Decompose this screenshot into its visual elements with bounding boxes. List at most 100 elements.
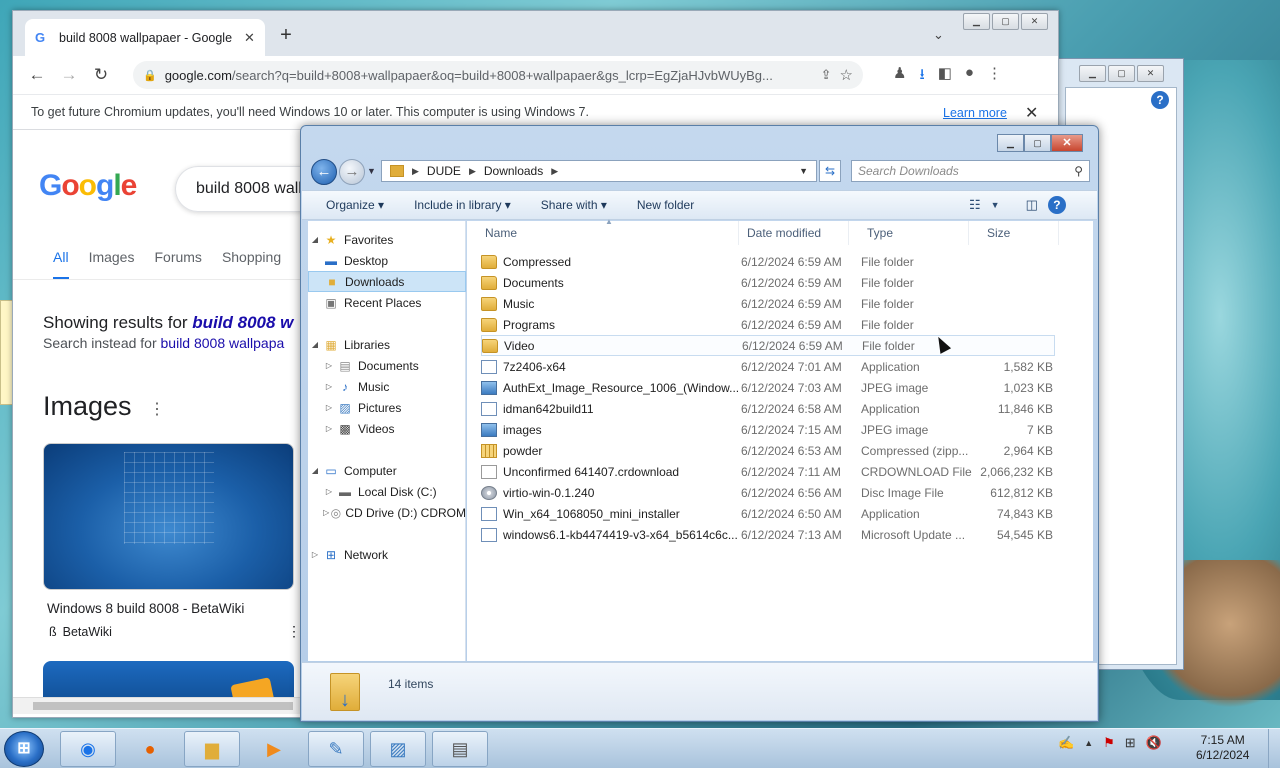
file-row[interactable]: idman642build11 6/12/2024 6:58 AM Applicat… (481, 398, 1055, 419)
breadcrumb-chevron-icon[interactable]: ▶ (412, 166, 419, 177)
new-tab-button[interactable]: + (275, 25, 297, 47)
paint-taskbar-icon[interactable]: ✎ (308, 731, 364, 767)
file-row[interactable]: images 6/12/2024 7:15 AM JPEG image 7 KB (481, 419, 1055, 440)
nav-recent-places[interactable]: ▣ Recent Places (308, 292, 466, 313)
download-icon[interactable]: ⭳ (919, 64, 924, 89)
forward-arrow-icon[interactable]: → (57, 63, 81, 87)
back-arrow-icon[interactable]: ← (311, 159, 337, 185)
maximize-button[interactable]: ▢ (1024, 134, 1051, 152)
tab-forums[interactable]: Forums (154, 249, 201, 280)
menu-kebab-icon[interactable]: ⋮ (987, 64, 1002, 89)
close-button[interactable]: ✕ (1051, 134, 1083, 152)
volume-muted-icon[interactable]: 🔇 (1146, 735, 1162, 751)
file-row[interactable]: AuthExt_Image_Resource_1006_(Window... 6/… (481, 377, 1055, 398)
collapse-arrow-icon[interactable]: ▷ (322, 487, 336, 496)
file-row[interactable]: virtio-win-0.1.240 6/12/2024 6:56 AM Disc … (481, 482, 1055, 503)
breadcrumb-chevron-icon[interactable]: ▶ (551, 166, 558, 177)
image-result-caption[interactable]: Windows 8 build 8008 - BetaWiki (47, 601, 244, 616)
corrected-query-link[interactable]: build 8008 w (192, 313, 293, 332)
tab-all[interactable]: All (53, 249, 69, 280)
collapse-arrow-icon[interactable]: ▷ (308, 550, 322, 559)
help-icon[interactable]: ? (1151, 91, 1169, 109)
change-view-icon[interactable]: ☷ (969, 197, 981, 213)
browser-tab[interactable]: G build 8008 wallpapaer - Google S ✕ (25, 19, 265, 56)
nav-documents[interactable]: ▷ ▤ Documents (308, 355, 466, 376)
preview-pane-icon[interactable]: ◫ (1026, 197, 1038, 213)
images-menu-icon[interactable]: ⋮ (149, 399, 165, 419)
chrome-taskbar-icon[interactable]: ◉ (60, 731, 116, 767)
breadcrumb-dude[interactable]: DUDE (427, 164, 461, 178)
maximize-button[interactable]: ▢ (1108, 65, 1135, 82)
nav-videos[interactable]: ▷ ▩ Videos (308, 418, 466, 439)
original-query-link[interactable]: build 8008 wallpapa (161, 335, 285, 351)
pen-tablet-icon[interactable]: ✍ (1058, 735, 1074, 751)
share-with-button[interactable]: Share with ▾ (541, 198, 607, 212)
file-row[interactable]: Win_x64_1068050_mini_installer 6/12/2024 … (481, 503, 1055, 524)
nav-pictures[interactable]: ▷ ▨ Pictures (308, 397, 466, 418)
action-center-icon[interactable]: ⚑ (1103, 735, 1115, 751)
file-row[interactable]: Unconfirmed 641407.crdownload 6/12/2024 7… (481, 461, 1055, 482)
source-label[interactable]: BetaWiki (63, 625, 112, 639)
file-row[interactable]: 7z2406-x64 6/12/2024 7:01 AM Application 1,… (481, 356, 1055, 377)
close-button[interactable]: ✕ (1021, 13, 1048, 30)
nav-network[interactable]: ▷ ⊞ Network (308, 544, 466, 565)
expand-arrow-icon[interactable]: ◢ (308, 235, 322, 244)
breadcrumb-downloads[interactable]: Downloads (484, 164, 543, 178)
tab-close-icon[interactable]: ✕ (244, 30, 255, 46)
minimize-button[interactable]: ▁ (963, 13, 990, 30)
expand-arrow-icon[interactable]: ◢ (308, 340, 322, 349)
search-icon[interactable]: ⚲ (1074, 164, 1083, 178)
google-logo[interactable]: Google (39, 169, 137, 203)
image-result-thumbnail[interactable] (43, 443, 294, 590)
notepad-taskbar-icon[interactable]: ▤ (432, 731, 488, 767)
maximize-button[interactable]: ▢ (992, 13, 1019, 30)
photo-viewer-taskbar-icon[interactable]: ▨ (370, 731, 426, 767)
address-dropdown-icon[interactable]: ▼ (799, 166, 808, 176)
extensions-icon[interactable]: ♟ (893, 64, 906, 89)
expand-arrow-icon[interactable]: ◢ (308, 466, 322, 475)
column-date-modified[interactable]: Date modified (729, 221, 849, 245)
nav-libraries[interactable]: ◢ ▦ Libraries (308, 334, 466, 355)
include-in-library-button[interactable]: Include in library ▾ (414, 198, 511, 212)
collapse-arrow-icon[interactable]: ▷ (322, 382, 336, 391)
column-size[interactable]: Size (969, 221, 1059, 245)
file-row[interactable]: Compressed 6/12/2024 6:59 AM File folder (481, 251, 1055, 272)
nav-music[interactable]: ▷ ♪ Music (308, 376, 466, 397)
collapse-arrow-icon[interactable]: ▷ (322, 424, 336, 433)
organize-button[interactable]: Organize ▾ (326, 198, 384, 212)
recent-pages-chevron-icon[interactable]: ▼ (367, 166, 376, 176)
lock-icon[interactable]: 🔒 (143, 69, 157, 82)
search-input[interactable]: build 8008 wall (175, 166, 315, 212)
collapse-arrow-icon[interactable]: ▷ (322, 403, 336, 412)
new-folder-button[interactable]: New folder (637, 198, 694, 212)
minimize-button[interactable]: ▁ (997, 134, 1024, 152)
address-bar[interactable]: ▶ DUDE ▶ Downloads ▶ ▼ (381, 160, 817, 182)
nav-computer[interactable]: ◢ ▭ Computer (308, 460, 466, 481)
file-row[interactable]: windows6.1-kb4474419-v3-x64_b5614c6c... 6… (481, 524, 1055, 545)
show-desktop-button[interactable] (1268, 729, 1280, 768)
forward-arrow-icon[interactable]: → (339, 159, 365, 185)
profile-avatar-icon[interactable]: ● (965, 64, 974, 89)
collapse-arrow-icon[interactable]: ▷ (322, 508, 330, 517)
horizontal-scrollbar[interactable] (13, 697, 303, 714)
back-arrow-icon[interactable]: ← (25, 63, 49, 87)
address-bar[interactable]: 🔒 google.com/search?q=build+8008+wallpap… (133, 61, 863, 89)
nav-downloads[interactable]: ■ Downloads (308, 271, 466, 292)
search-input[interactable]: Search Downloads ⚲ (851, 160, 1090, 182)
start-button[interactable]: ⊞ (4, 731, 44, 767)
media-player-taskbar-icon[interactable]: ▶ (246, 731, 302, 767)
explorer-taskbar-icon[interactable]: ▆ (184, 731, 240, 767)
nav-desktop[interactable]: ▬ Desktop (308, 250, 466, 271)
scrollbar-thumb[interactable] (33, 702, 293, 710)
result-menu-icon[interactable]: ⋮ (287, 623, 301, 640)
network-tray-icon[interactable]: ⊞ (1125, 735, 1136, 751)
tab-shopping[interactable]: Shopping (222, 249, 281, 280)
file-row[interactable]: Video 6/12/2024 6:59 AM File folder (481, 335, 1055, 356)
firefox-taskbar-icon[interactable]: ● (122, 731, 178, 767)
view-dropdown-icon[interactable]: ▼ (991, 200, 1000, 210)
tab-search-chevron-icon[interactable]: ⌄ (933, 27, 944, 43)
nav-local-disk[interactable]: ▷ ▬ Local Disk (C:) (308, 481, 466, 502)
clock[interactable]: 7:15 AM 6/12/2024 (1196, 733, 1249, 763)
close-button[interactable]: ✕ (1137, 65, 1164, 82)
reload-icon[interactable]: ↻ (89, 63, 113, 87)
